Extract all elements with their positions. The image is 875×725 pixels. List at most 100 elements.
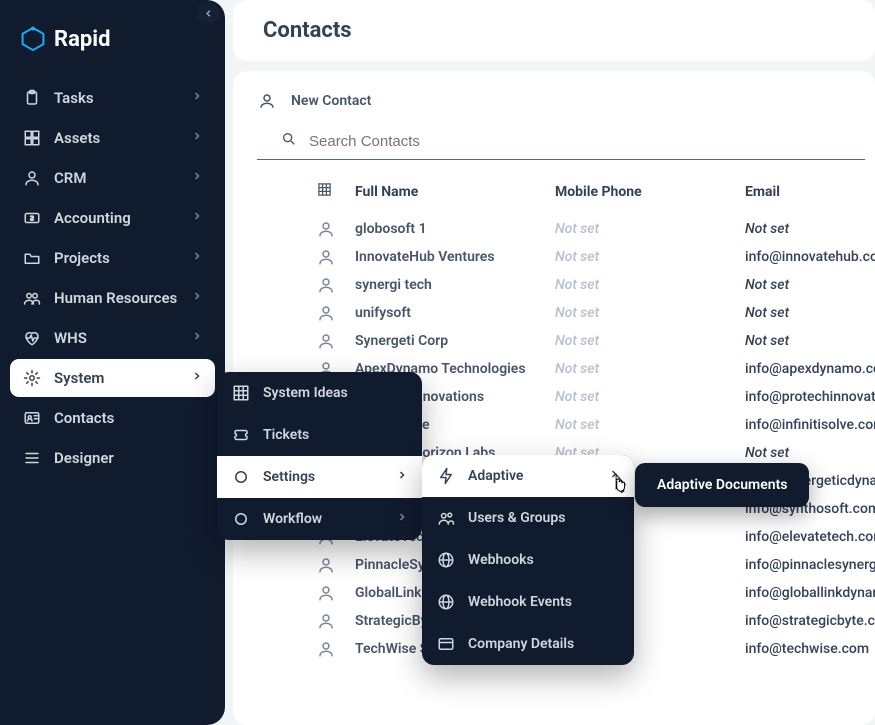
menu-item-label: Webhook Events <box>468 594 572 610</box>
chevron-right-icon <box>608 468 620 484</box>
cell-email: Not set <box>745 277 875 293</box>
person-icon <box>317 584 335 602</box>
settings-menu-webhooks[interactable]: Webhooks <box>422 539 634 581</box>
card-icon <box>436 634 456 654</box>
cell-email: Not set <box>745 305 875 321</box>
chevron-right-icon <box>191 330 203 346</box>
circle-outline-icon <box>231 467 251 487</box>
settings-menu-company-details[interactable]: Company Details <box>422 623 634 665</box>
search-input[interactable] <box>309 133 841 150</box>
menu-item-label: Tickets <box>263 427 309 443</box>
person-icon <box>317 556 335 574</box>
person-icon <box>317 332 335 350</box>
sidebar-item-label: Contacts <box>54 409 114 427</box>
col-fullname[interactable]: Full Name <box>355 184 555 200</box>
submenu-system: System Ideas Tickets Settings Workflow <box>217 372 422 540</box>
cell-mobile: Not set <box>555 389 745 405</box>
cell-mobile: Not set <box>555 221 745 237</box>
sidebar-item-whs[interactable]: WHS <box>10 319 215 357</box>
chevron-right-icon <box>191 170 203 186</box>
users-icon <box>436 508 456 528</box>
table-row[interactable]: unifysoft Not set Not set <box>233 299 875 327</box>
cell-mobile: Not set <box>555 249 745 265</box>
col-email[interactable]: Email <box>745 184 875 200</box>
cell-email: info@pinnaclesynergy.com <box>745 557 875 573</box>
list-icon <box>22 448 42 468</box>
system-menu-system-ideas[interactable]: System Ideas <box>217 372 422 414</box>
system-menu-tickets[interactable]: Tickets <box>217 414 422 456</box>
search-row <box>257 125 865 160</box>
sidebar-item-crm[interactable]: CRM <box>10 159 215 197</box>
sidebar-item-label: System <box>54 369 104 387</box>
menu-item-label: Workflow <box>263 511 322 527</box>
sidebar-item-label: Accounting <box>54 209 131 227</box>
ticket-icon <box>231 425 251 445</box>
settings-menu-users-groups[interactable]: Users & Groups <box>422 497 634 539</box>
globe-icon <box>436 550 456 570</box>
boxes-icon <box>22 128 42 148</box>
sidebar-item-system[interactable]: System <box>10 359 215 397</box>
sidebar-item-label: Assets <box>54 129 100 147</box>
sidebar: Rapid Tasks Assets CRM Accounting Projec… <box>0 0 225 725</box>
cell-email: Not set <box>745 445 875 461</box>
settings-menu-adaptive[interactable]: Adaptive <box>422 455 634 497</box>
cell-email: info@infinitisolve.com <box>745 417 875 433</box>
cell-email: info@globallinkdynamics.com <box>745 585 875 601</box>
sidebar-item-designer[interactable]: Designer <box>10 439 215 477</box>
person-icon <box>317 248 335 266</box>
globe-icon <box>436 592 456 612</box>
col-mobile[interactable]: Mobile Phone <box>555 184 745 200</box>
gear-icon <box>22 368 42 388</box>
cell-fullname: Synergeti Corp <box>355 333 555 349</box>
cell-email: info@innovatehub.com <box>745 249 875 265</box>
system-menu-workflow[interactable]: Workflow <box>217 498 422 540</box>
menu-item-label: System Ideas <box>263 385 348 401</box>
sidebar-item-contacts[interactable]: Contacts <box>10 399 215 437</box>
chevron-right-icon <box>396 469 408 485</box>
cell-mobile: Not set <box>555 361 745 377</box>
tooltip-adaptive-documents[interactable]: Adaptive Documents <box>635 463 809 507</box>
chevron-right-icon <box>191 130 203 146</box>
table-row[interactable]: Synergeti Corp Not set Not set <box>233 327 875 355</box>
person-icon <box>317 612 335 630</box>
cell-email: info@protechinnovations.com <box>745 389 875 405</box>
cell-fullname: unifysoft <box>355 305 555 321</box>
person-icon <box>317 276 335 294</box>
table-row[interactable]: globosoft 1 Not set Not set <box>233 215 875 243</box>
collapse-sidebar-button[interactable] <box>197 2 219 24</box>
cell-email: Not set <box>745 221 875 237</box>
sidebar-item-projects[interactable]: Projects <box>10 239 215 277</box>
dollar-card-icon <box>22 208 42 228</box>
sidebar-item-tasks[interactable]: Tasks <box>10 79 215 117</box>
chevron-right-icon <box>191 370 203 386</box>
settings-menu-webhook-events[interactable]: Webhook Events <box>422 581 634 623</box>
user-icon <box>22 168 42 188</box>
cell-email: info@strategicbyte.com <box>745 613 875 629</box>
table-icon[interactable] <box>317 182 355 201</box>
table-row[interactable]: synergi tech Not set Not set <box>233 271 875 299</box>
brand-logo-icon <box>20 26 46 52</box>
folder-icon <box>22 248 42 268</box>
chevron-right-icon <box>191 210 203 226</box>
sidebar-item-label: WHS <box>54 329 87 347</box>
search-icon <box>281 131 297 151</box>
cell-email: info@elevatetech.com <box>745 529 875 545</box>
people-icon <box>22 288 42 308</box>
contact-card-icon <box>22 408 42 428</box>
cell-fullname: globosoft 1 <box>355 221 555 237</box>
submenu-settings: Adaptive Users & Groups Webhooks Webhook… <box>422 455 634 665</box>
cell-mobile: Not set <box>555 277 745 293</box>
menu-item-label: Settings <box>263 469 315 485</box>
table-row[interactable]: InnovateHub Ventures Not set info@innova… <box>233 243 875 271</box>
sidebar-item-human-resources[interactable]: Human Resources <box>10 279 215 317</box>
sidebar-item-assets[interactable]: Assets <box>10 119 215 157</box>
sidebar-item-label: Designer <box>54 449 114 467</box>
new-contact-button[interactable]: New Contact <box>233 85 875 125</box>
sidebar-item-accounting[interactable]: Accounting <box>10 199 215 237</box>
sidebar-item-label: Tasks <box>54 89 94 107</box>
menu-item-label: Adaptive <box>468 468 523 484</box>
person-icon <box>317 304 335 322</box>
system-menu-settings[interactable]: Settings <box>217 456 422 498</box>
sidebar-item-label: Projects <box>54 249 110 267</box>
chevron-right-icon <box>191 250 203 266</box>
